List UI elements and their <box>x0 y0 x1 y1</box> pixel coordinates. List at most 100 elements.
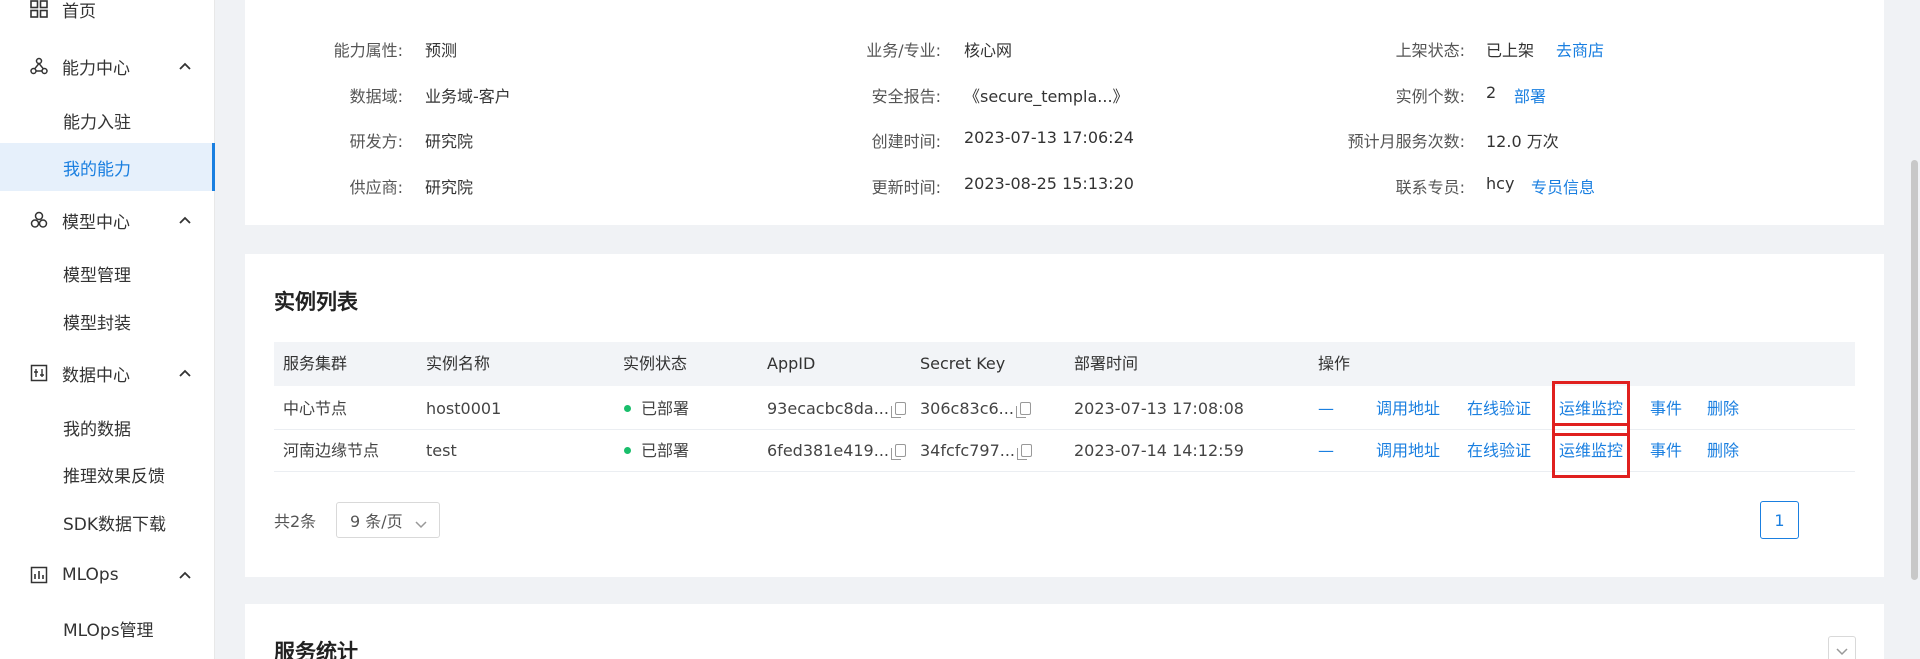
sidebar-item-label: MLOps <box>62 565 119 585</box>
service-stats-card <box>245 604 1884 659</box>
sidebar-item-ability-center[interactable]: 能力中心 <box>0 42 215 90</box>
field-label: 供应商: <box>349 178 403 197</box>
cell-cluster: 河南边缘节点 <box>283 441 380 460</box>
copy-icon[interactable] <box>891 444 906 460</box>
cell-cluster: 中心节点 <box>283 399 348 418</box>
security-report-link[interactable]: 《secure_templa...》 <box>964 83 1129 107</box>
action-online-verify[interactable]: 在线验证 <box>1467 430 1531 471</box>
sidebar-item-inference-feedback[interactable]: 推理效果反馈 <box>0 450 215 498</box>
model-icon <box>29 210 49 230</box>
cell-secret-key: 306c83c6... <box>920 388 1031 429</box>
updated-time: 2023-08-25 15:13:20 <box>964 174 1134 193</box>
sidebar-item-sdk-download[interactable]: SDK数据下载 <box>0 498 215 546</box>
action-delete[interactable]: 删除 <box>1707 388 1739 429</box>
sidebar-item-model-package[interactable]: 模型封装 <box>0 297 215 345</box>
action-online-verify[interactable]: 在线验证 <box>1467 388 1531 429</box>
sidebar-item-home[interactable]: 首页 <box>0 0 215 33</box>
secret-key-text: 306c83c6... <box>920 399 1014 418</box>
field-label: 上架状态: <box>1395 41 1465 60</box>
shelf-status: 已上架 <box>1486 41 1535 60</box>
sidebar-item-label: 能力中心 <box>62 58 130 79</box>
cell-instance-name: test <box>426 441 457 460</box>
page-button-current[interactable]: 1 <box>1760 501 1799 539</box>
column-header: Secret Key <box>920 354 1006 373</box>
pagination-total: 共2条 <box>274 512 317 531</box>
sidebar-item-label: 能力入驻 <box>63 112 131 133</box>
column-header: 实例名称 <box>426 354 491 373</box>
cell-deploy-time: 2023-07-13 17:08:08 <box>1074 399 1244 418</box>
field-value: 预测 <box>425 41 458 60</box>
column-header: 服务集群 <box>283 354 348 373</box>
sidebar-item-label: 模型封装 <box>63 313 131 334</box>
action-delete[interactable]: 删除 <box>1707 430 1739 471</box>
action-events[interactable]: 事件 <box>1650 430 1682 471</box>
sidebar-item-model-manage[interactable]: 模型管理 <box>0 249 215 297</box>
sidebar-item-ability-onboard[interactable]: 能力入驻 <box>0 96 215 144</box>
chevron-down-icon <box>1836 641 1848 659</box>
sidebar-item-data-center[interactable]: 数据中心 <box>0 349 215 397</box>
action-ops-monitor[interactable]: 运维监控 <box>1551 381 1631 436</box>
field-label: 能力属性: <box>333 41 403 60</box>
action-events[interactable]: 事件 <box>1650 388 1682 429</box>
scrollbar[interactable] <box>1911 160 1918 580</box>
chevron-up-icon <box>178 366 192 380</box>
page-size-value: 9 条/页 <box>350 512 403 531</box>
action-call-address[interactable]: 调用地址 <box>1376 430 1440 471</box>
contact-info-link[interactable]: 专员信息 <box>1531 174 1595 198</box>
sidebar-item-label: 模型管理 <box>63 265 131 286</box>
created-time: 2023-07-13 17:06:24 <box>964 128 1134 147</box>
copy-icon[interactable] <box>890 402 906 418</box>
cell-deploy-time: 2023-07-14 14:12:59 <box>1074 441 1244 460</box>
table-header: 服务集群 实例名称 实例状态 AppID Secret Key 部署时间 操作 <box>274 342 1855 386</box>
mlops-icon <box>29 565 49 585</box>
column-header: 操作 <box>1318 354 1351 373</box>
sidebar-item-mlops-manage[interactable]: MLOps管理 <box>0 604 215 652</box>
sidebar-item-label: 我的能力 <box>63 159 131 180</box>
ops-monitor-label: 运维监控 <box>1551 423 1631 478</box>
sidebar-item-label: 数据中心 <box>62 365 130 386</box>
data-icon <box>29 363 49 383</box>
table-row: 中心节点 host0001 已部署 93ecacbc8da... 306c83c… <box>274 381 1855 436</box>
field-label: 数据域: <box>349 87 403 106</box>
sidebar-item-my-data[interactable]: 我的数据 <box>0 403 215 451</box>
sidebar-item-model-center[interactable]: 模型中心 <box>0 196 215 244</box>
cluster-icon <box>29 56 49 76</box>
chevron-up-icon <box>178 213 192 227</box>
field-label: 业务/专业: <box>866 41 941 60</box>
sidebar-item-label: MLOps管理 <box>63 620 154 641</box>
page-size-select[interactable]: 9 条/页 <box>336 502 440 538</box>
service-stats-title: 服务统计 <box>274 640 358 659</box>
chevron-down-icon <box>415 514 427 533</box>
column-header: 实例状态 <box>623 354 688 373</box>
field-label: 研发方: <box>349 132 403 151</box>
sidebar: 首页 能力中心 能力入驻 我的能力 模型中心 模型管理 模型封装 数据中心 我的… <box>0 0 215 659</box>
sidebar-item-mlops[interactable]: MLOps <box>0 551 215 599</box>
column-header: AppID <box>767 354 816 373</box>
field-value: 核心网 <box>964 41 1013 60</box>
field-value: 研究院 <box>425 132 474 151</box>
contact-name: hcy <box>1486 174 1515 193</box>
chevron-up-icon <box>178 59 192 73</box>
field-label: 联系专员: <box>1395 178 1465 197</box>
go-store-link[interactable]: 去商店 <box>1556 37 1604 61</box>
sidebar-item-label: 模型中心 <box>62 212 130 233</box>
sidebar-item-my-ability[interactable]: 我的能力 <box>0 143 215 191</box>
cell-instance-name: host0001 <box>426 399 502 418</box>
cell-status: 已部署 <box>624 388 689 429</box>
action-dash[interactable]: — <box>1318 388 1334 429</box>
field-value: 业务域-客户 <box>425 87 511 106</box>
cell-appid: 93ecacbc8da... <box>767 388 906 429</box>
field-label: 实例个数: <box>1395 87 1465 106</box>
action-call-address[interactable]: 调用地址 <box>1376 388 1440 429</box>
status-text: 已部署 <box>641 399 690 418</box>
deploy-link[interactable]: 部署 <box>1514 83 1546 107</box>
cell-secret-key: 34fcfc797... <box>920 430 1033 471</box>
sidebar-item-label: 推理效果反馈 <box>63 466 165 487</box>
action-ops-monitor[interactable]: 运维监控 <box>1551 423 1631 478</box>
copy-icon[interactable] <box>1015 402 1031 418</box>
field-label: 创建时间: <box>871 132 941 151</box>
action-dash[interactable]: — <box>1318 430 1334 471</box>
collapse-button[interactable] <box>1828 636 1856 659</box>
copy-icon[interactable] <box>1017 444 1033 460</box>
sidebar-item-label: 我的数据 <box>63 419 131 440</box>
